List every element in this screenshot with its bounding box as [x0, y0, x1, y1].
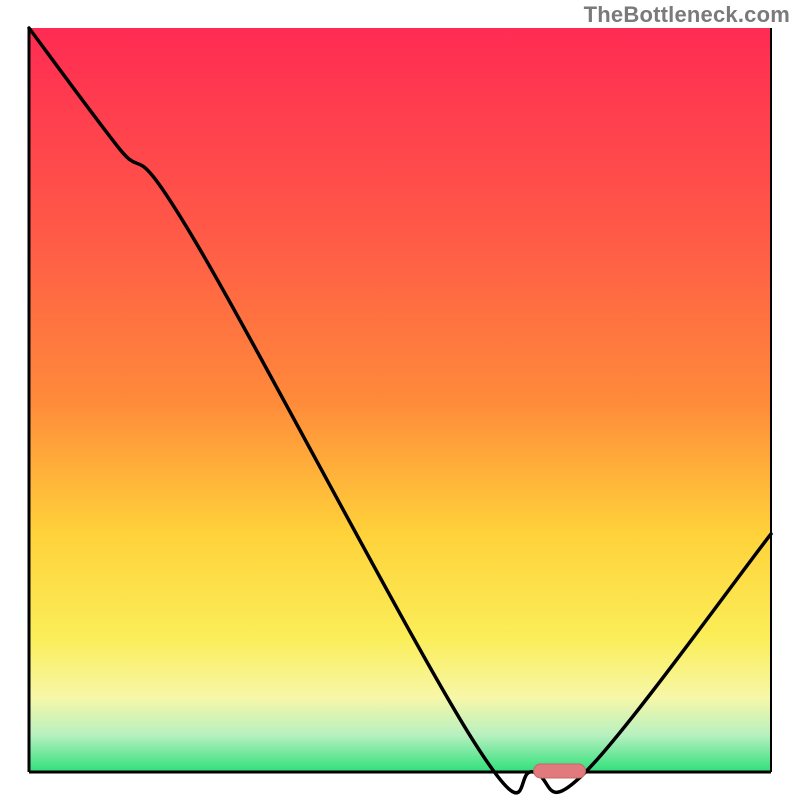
chart-svg: [0, 0, 800, 800]
bottleneck-chart: TheBottleneck.com: [0, 0, 800, 800]
watermark-text: TheBottleneck.com: [584, 2, 790, 28]
plot-area: [29, 28, 771, 793]
optimal-range-marker: [534, 764, 586, 778]
gradient-background: [29, 28, 771, 772]
